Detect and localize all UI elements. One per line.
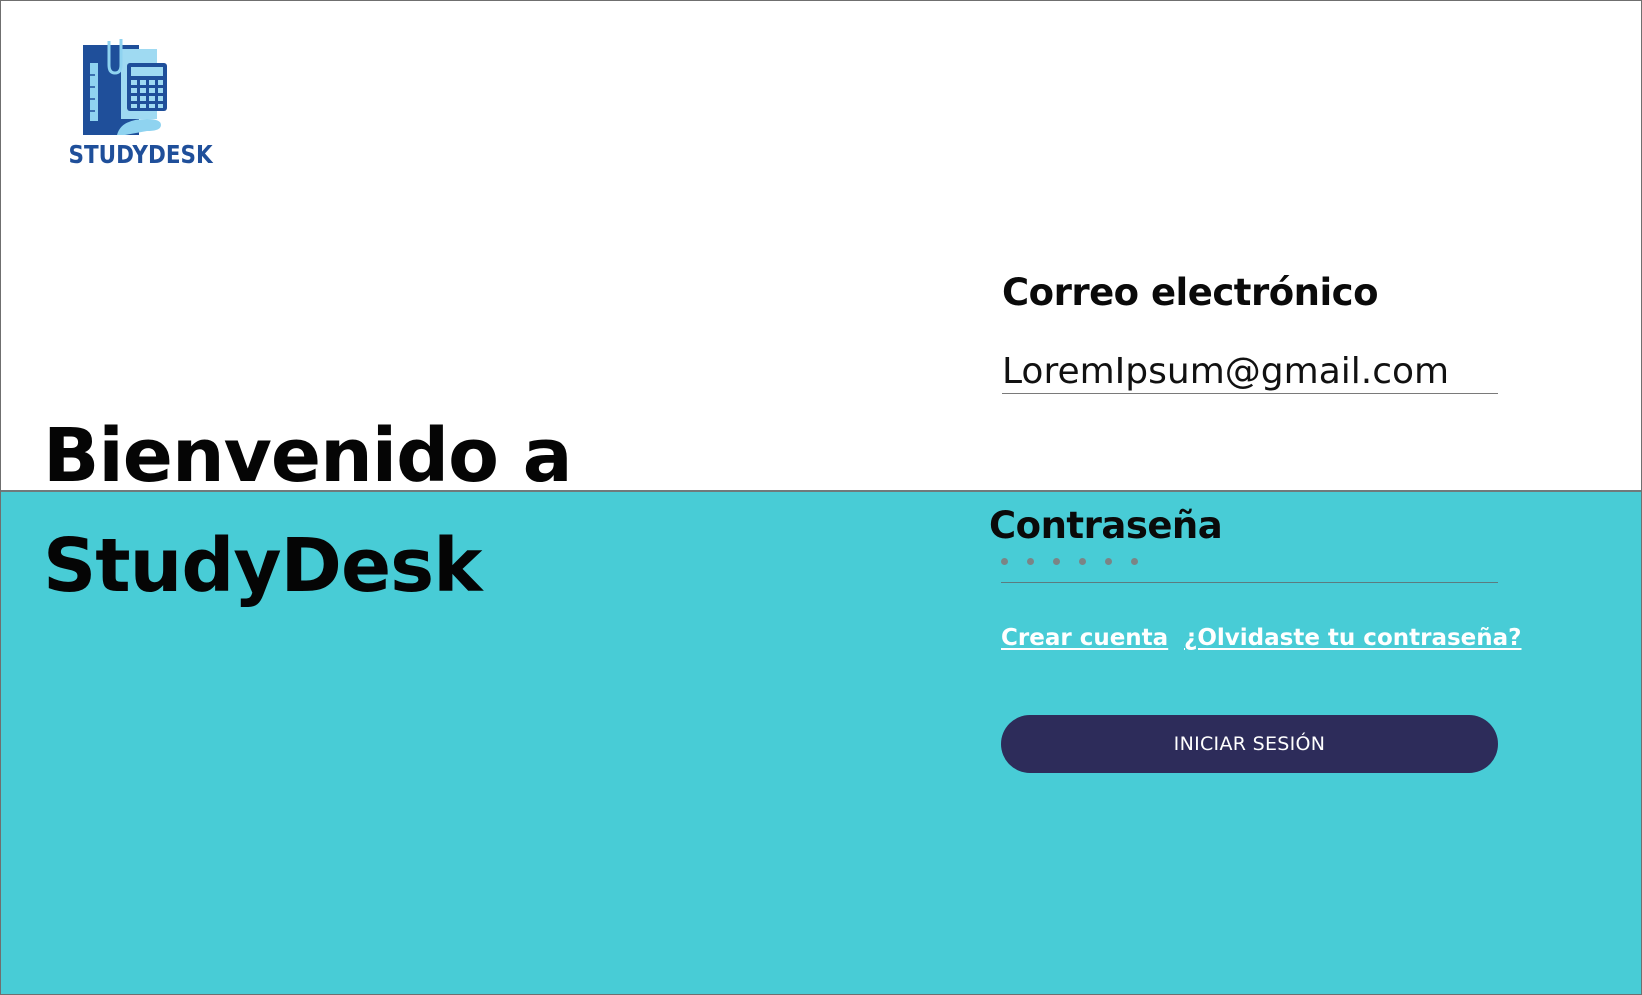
password-dot <box>1079 558 1086 565</box>
welcome-heading: Bienvenido a StudyDesk <box>43 401 573 621</box>
welcome-line-2: StudyDesk <box>43 523 482 609</box>
forgot-password-link[interactable]: ¿Olvidaste tu contraseña? <box>1184 625 1522 651</box>
studydesk-logo: STUDYDESK <box>59 35 213 177</box>
email-label: Correo electrónico <box>1002 271 1379 314</box>
password-dot <box>1001 558 1008 565</box>
password-field[interactable] <box>1001 556 1498 583</box>
email-field[interactable] <box>1002 349 1498 394</box>
password-dot <box>1105 558 1112 565</box>
password-dot <box>1131 558 1138 565</box>
login-screen: STUDYDESK Bienvenido a StudyDesk Correo … <box>0 0 1642 995</box>
login-button[interactable]: INICIAR SESIÓN <box>1001 715 1498 773</box>
create-account-link[interactable]: Crear cuenta <box>1001 625 1168 651</box>
logo-wordmark: STUDYDESK <box>68 140 213 169</box>
notebook-calculator-icon <box>83 39 167 135</box>
password-mask <box>1001 556 1498 565</box>
password-dot <box>1053 558 1060 565</box>
password-label: Contraseña <box>989 504 1223 547</box>
password-dot <box>1027 558 1034 565</box>
welcome-line-1: Bienvenido a <box>43 413 573 499</box>
